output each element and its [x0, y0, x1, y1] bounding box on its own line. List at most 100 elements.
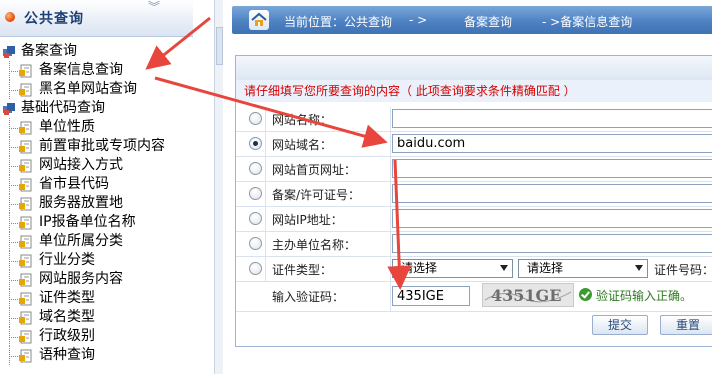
breadcrumb-current: 当前位置：公共查询 [284, 15, 393, 29]
collapse-chevron-icon[interactable]: ︾ [148, 1, 160, 13]
tree-item-label: 备案信息查询 [39, 62, 123, 78]
tree-item[interactable]: 网站接入方式 [0, 156, 165, 175]
document-icon [18, 64, 33, 78]
field-label: 证件类型： [272, 263, 333, 277]
tree-item-label: 行业分类 [39, 252, 95, 268]
select-value: 请选择 [527, 261, 564, 275]
tree-item-blacklist-query[interactable]: 黑名单网站查询 [0, 80, 165, 99]
captcha-status: 验证码输入正确。 [596, 289, 693, 303]
main-content: 当前位置：公共查询 - > 备案查询 - >备案信息查询 请仔细填写您所要查询的… [223, 0, 712, 374]
tree-item-label: 单位性质 [39, 119, 95, 135]
cert-subtype-select[interactable]: 请选择 [518, 259, 648, 278]
tree-item[interactable]: 网站服务内容 [0, 270, 165, 289]
tree-item[interactable]: 语种查询 [0, 346, 165, 365]
folder-icon [2, 102, 16, 116]
form-notice: 请仔细填写您所要查询的内容（ 此项查询要求条件精确匹配 ） [236, 80, 712, 102]
field-label: 备案/许可证号： [272, 188, 361, 202]
radio-homepage-url[interactable] [249, 162, 262, 175]
tree-item[interactable]: 行业分类 [0, 251, 165, 270]
document-icon [18, 159, 33, 173]
tree-item-label: 网站服务内容 [39, 271, 123, 287]
radio-license-no[interactable] [249, 187, 262, 200]
reset-button[interactable]: 重置 [660, 315, 712, 335]
tree-group-base-code-query[interactable]: 基础代码查询 [0, 99, 165, 118]
radio-site-ip[interactable] [249, 212, 262, 225]
site-name-input[interactable] [392, 109, 712, 128]
radio-domain[interactable] [249, 137, 262, 150]
breadcrumb-part: - >备案信息查询 [542, 15, 633, 29]
tree-group-filing-query[interactable]: 备案查询 [0, 42, 165, 61]
tree-item[interactable]: 前置审批或专项内容 [0, 137, 165, 156]
row-actions: 提交 重置 [236, 312, 712, 336]
tree-item[interactable]: IP报备单位名称 [0, 213, 165, 232]
tree-item-label: 黑名单网站查询 [39, 81, 137, 97]
submit-button[interactable]: 提交 [592, 315, 648, 335]
tree-item-label: 域名类型 [39, 309, 95, 325]
field-label: 网站名称： [272, 113, 333, 127]
field-label: 网站IP地址： [272, 213, 343, 227]
dropdown-arrow-icon [635, 265, 643, 271]
document-icon [18, 140, 33, 154]
breadcrumb-sep: - > [409, 13, 428, 27]
home-icon[interactable] [249, 10, 269, 30]
homepage-url-input[interactable] [392, 159, 712, 178]
document-icon [18, 330, 33, 344]
tree-item-label: IP报备单位名称 [39, 214, 136, 230]
captcha-input[interactable] [392, 286, 470, 306]
row-domain: 网站域名： [236, 132, 712, 157]
row-cert-type: 证件类型： 请选择 请选择 证件号码： [236, 257, 712, 282]
document-icon [18, 197, 33, 211]
radio-site-name[interactable] [249, 112, 262, 125]
query-form-panel: 请仔细填写您所要查询的内容（ 此项查询要求条件精确匹配 ） 网站名称： 网站域名… [235, 55, 712, 347]
captcha-text: 4351GE [491, 286, 561, 305]
organizer-input[interactable] [392, 234, 712, 253]
tree-item-label: 语种查询 [39, 347, 95, 363]
site-ip-input[interactable] [392, 209, 712, 228]
sidebar-title: 公共查询 [24, 11, 84, 27]
dropdown-arrow-icon [500, 265, 508, 271]
check-icon [579, 288, 592, 301]
document-icon [18, 83, 33, 97]
sidebar: 公共查询 ︾ 备案查询 备案信息查询 黑名单网站查询 基础代码查询 单位性质 前… [0, 0, 224, 374]
row-homepage-url: 网站首页网址： [236, 157, 712, 182]
tree-item[interactable]: 域名类型 [0, 308, 165, 327]
tree-item-label: 证件类型 [39, 290, 95, 306]
document-icon [18, 216, 33, 230]
document-icon [18, 292, 33, 306]
domain-input[interactable] [392, 134, 712, 153]
folder-icon [2, 45, 16, 59]
select-value: 请选择 [401, 261, 438, 275]
breadcrumb-part: 备案查询 [464, 15, 513, 29]
row-site-name: 网站名称： [236, 107, 712, 132]
tree-group-label: 备案查询 [21, 43, 77, 59]
field-label: 网站首页网址： [272, 163, 357, 177]
tree-item[interactable]: 单位性质 [0, 118, 165, 137]
row-organizer: 主办单位名称： [236, 232, 712, 257]
license-no-input[interactable] [392, 184, 712, 203]
captcha-image[interactable]: 4351GE [482, 283, 574, 307]
orange-dot-icon [5, 12, 15, 22]
document-icon [18, 273, 33, 287]
tree-item[interactable]: 服务器放置地 [0, 194, 165, 213]
tree-group-label: 基础代码查询 [21, 100, 105, 116]
nav-tree: 备案查询 备案信息查询 黑名单网站查询 基础代码查询 单位性质前置审批或专项内容… [0, 42, 165, 365]
tree-item-label: 网站接入方式 [39, 157, 123, 173]
tree-item[interactable]: 省市县代码 [0, 175, 165, 194]
document-icon [18, 235, 33, 249]
captcha-label: 输入验证码： [272, 290, 345, 304]
row-captcha: 输入验证码： 4351GE 验证码输入正确。 [236, 282, 712, 312]
tree-item[interactable]: 单位所属分类 [0, 232, 165, 251]
cert-type-select[interactable]: 请选择 [392, 259, 513, 278]
tree-item-label: 行政级别 [39, 328, 95, 344]
radio-organizer[interactable] [249, 237, 262, 250]
sidebar-header[interactable]: 公共查询 ︾ [0, 0, 193, 37]
tree-item-label: 前置审批或专项内容 [39, 138, 165, 154]
field-label: 网站域名： [272, 138, 333, 152]
radio-cert-type[interactable] [249, 262, 262, 275]
tree-item[interactable]: 证件类型 [0, 289, 165, 308]
tree-item-label: 省市县代码 [39, 176, 109, 192]
document-icon [18, 178, 33, 192]
row-license-no: 备案/许可证号： [236, 182, 712, 207]
tree-item[interactable]: 行政级别 [0, 327, 165, 346]
tree-item-filing-info-query[interactable]: 备案信息查询 [0, 61, 165, 80]
